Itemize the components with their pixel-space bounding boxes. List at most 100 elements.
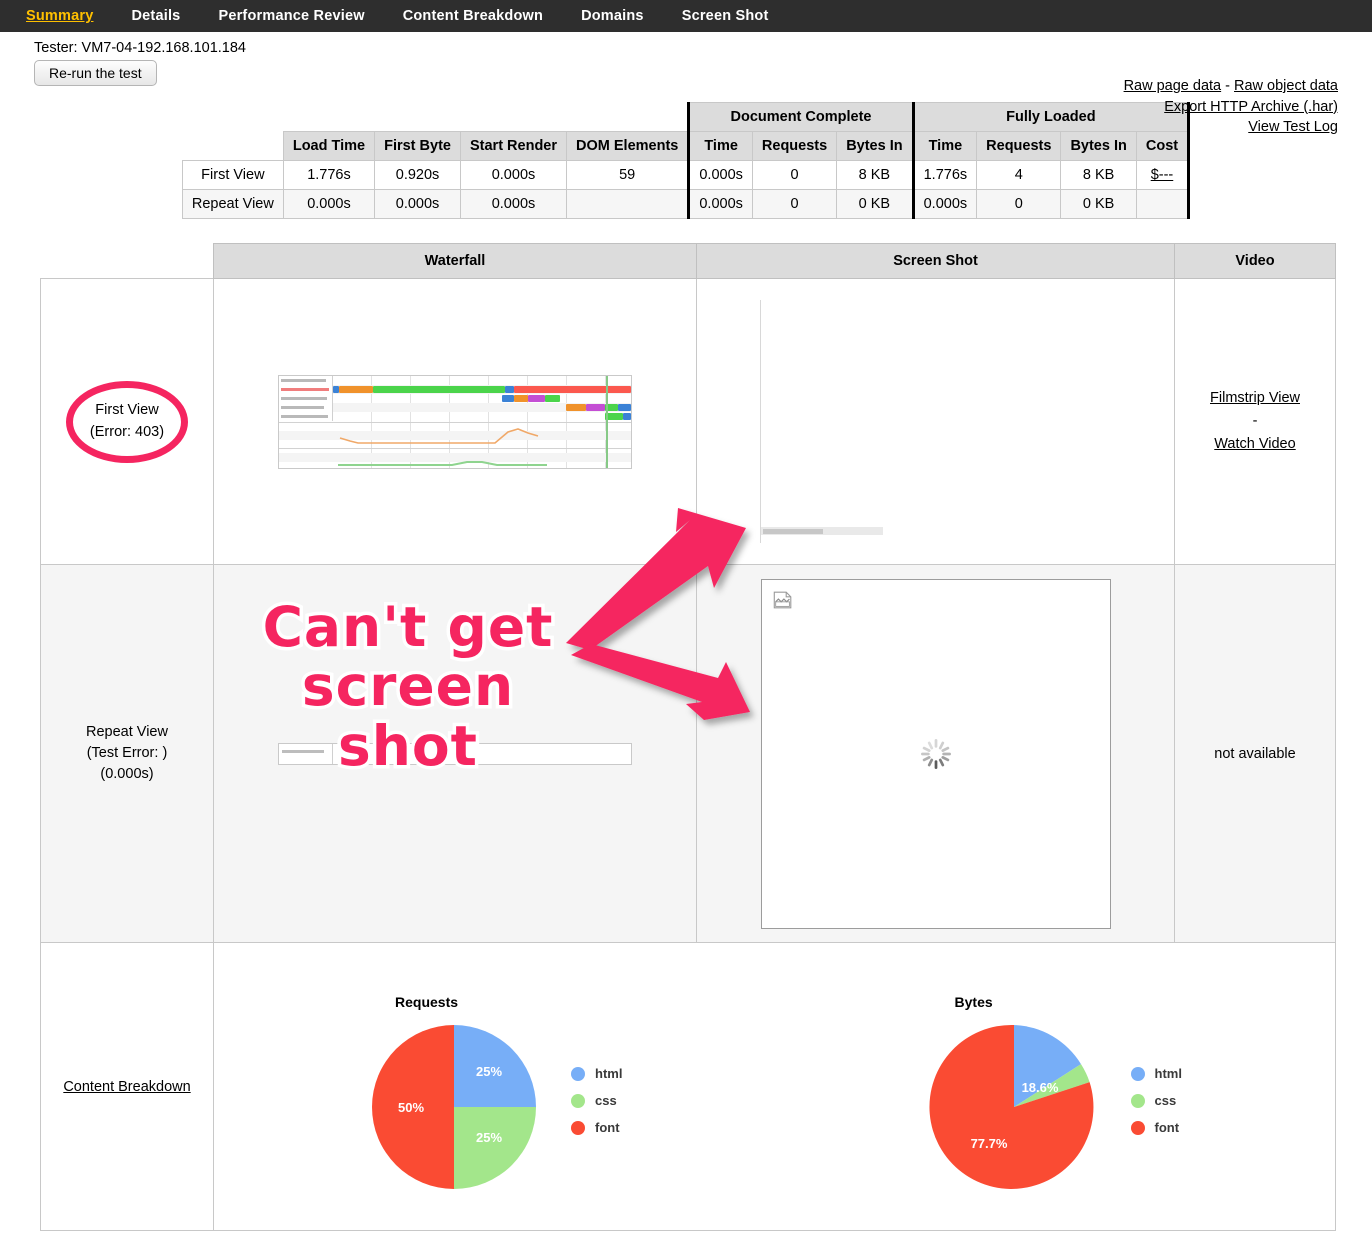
repeat-view-video-status: not available: [1214, 745, 1296, 762]
legend-item-html: html: [571, 1066, 622, 1081]
nav-tab-content-breakdown[interactable]: Content Breakdown: [403, 8, 543, 24]
bytes-pie-chart: 18.6% 77.7%: [928, 1024, 1093, 1189]
repeat-view-screenshot-cell[interactable]: [696, 564, 1175, 943]
cost-link[interactable]: $---: [1151, 167, 1174, 183]
bytes-pie-block: Bytes 18.6% 77.7% html css font: [927, 994, 1182, 1194]
col-dc-bytes-in: Bytes In: [836, 131, 915, 161]
main-navigation: Summary Details Performance Review Conte…: [0, 0, 1372, 32]
cell-first-load-time: 1.776s: [282, 160, 376, 190]
raw-page-data-link[interactable]: Raw page data: [1124, 78, 1222, 94]
waterfall-cpu-chart: [279, 421, 631, 448]
legend-dot-html-icon: [571, 1066, 586, 1081]
legend-item-css-bytes: css: [1130, 1093, 1182, 1108]
legend-label-css-bytes: css: [1154, 1093, 1177, 1108]
legend-item-font: font: [571, 1120, 622, 1135]
rerun-test-button[interactable]: Re-run the test: [34, 60, 157, 86]
waterfall-repeat-nameline: [282, 749, 324, 753]
cell-first-dc-requests: 0: [751, 160, 838, 190]
cell-repeat-dc-time: 0.000s: [687, 189, 753, 219]
summary-metrics-table: Document Complete Fully Loaded Load Time…: [181, 102, 1191, 219]
nav-tab-details[interactable]: Details: [132, 8, 181, 24]
cell-repeat-fl-bytes: 0 KB: [1060, 189, 1137, 219]
legend-dot-font-bytes-icon: [1130, 1120, 1145, 1135]
loading-spinner-icon: [920, 738, 951, 769]
results-row-content-breakdown: Content Breakdown Requests 25% 25% 50% h…: [40, 942, 1336, 1231]
col-fl-requests: Requests: [976, 131, 1062, 161]
cell-repeat-start-render: 0.000s: [459, 189, 568, 219]
legend-label-html: html: [595, 1066, 623, 1081]
repeat-view-waterfall-cell[interactable]: [213, 564, 697, 943]
first-view-label-cell: First View (Error: 403): [40, 278, 214, 565]
legend-item-css: css: [571, 1093, 622, 1108]
nav-tab-screen-shot[interactable]: Screen Shot: [682, 8, 769, 24]
metrics-blank-sr: [460, 102, 567, 132]
waterfall-thumbnail-first-view[interactable]: [278, 374, 632, 469]
screenshot-thumbnail-first-view[interactable]: [760, 300, 957, 543]
results-header-screenshot: Screen Shot: [696, 243, 1175, 279]
legend-dot-css-icon: [571, 1093, 586, 1108]
legend-label-css: css: [595, 1093, 617, 1108]
cell-first-fl-bytes: 8 KB: [1060, 160, 1137, 190]
repeat-view-label-cell: Repeat View (Test Error: ) (0.000s): [40, 564, 214, 943]
screenshot-thumbnail-repeat-view[interactable]: [760, 578, 1111, 929]
page-header: Tester: VM7-04-192.168.101.184 Re-run th…: [0, 32, 1372, 135]
cell-repeat-first-byte: 0.000s: [374, 189, 461, 219]
requests-pie-block: Requests 25% 25% 50% html css font: [367, 994, 622, 1194]
col-dc-requests: Requests: [751, 131, 838, 161]
waterfall-repeat-names: [279, 743, 333, 764]
watch-video-link[interactable]: Watch Video: [1214, 436, 1295, 452]
content-breakdown-link[interactable]: Content Breakdown: [63, 1079, 190, 1095]
requests-chart-title: Requests: [395, 993, 459, 1010]
col-first-byte: First Byte: [374, 131, 461, 161]
legend-label-html-bytes: html: [1154, 1066, 1182, 1081]
metrics-column-header-row: Load Time First Byte Start Render DOM El…: [182, 131, 1191, 161]
cell-first-first-byte: 0.920s: [374, 160, 461, 190]
export-har-link[interactable]: Export HTTP Archive (.har): [1164, 99, 1338, 115]
metrics-group-header-row: Document Complete Fully Loaded: [182, 102, 1191, 132]
metrics-corner-blank: [182, 102, 284, 132]
first-view-label-line1: First View: [95, 402, 159, 419]
nav-tab-performance-review[interactable]: Performance Review: [218, 8, 364, 24]
content-breakdown-label-cell[interactable]: Content Breakdown: [40, 942, 214, 1231]
repeat-view-error-text: (Test Error: ): [86, 744, 168, 761]
bytes-slice-label-html: 18.6%: [1021, 1080, 1058, 1095]
nav-tab-summary[interactable]: Summary: [26, 8, 94, 24]
cell-repeat-dom-elements: [566, 189, 690, 219]
screenshot-placeholder-text: [763, 529, 823, 534]
waterfall-request-names: [279, 375, 333, 421]
cell-first-dc-bytes: 8 KB: [836, 160, 915, 190]
requests-slice-label-font: 50%: [398, 1100, 424, 1115]
view-test-log-link[interactable]: View Test Log: [1248, 119, 1338, 135]
cell-first-cost[interactable]: $---: [1135, 160, 1191, 190]
cell-first-dom-elements: 59: [566, 160, 690, 190]
results-row-first-view: First View (Error: 403) Filmstrip View -…: [40, 278, 1336, 565]
first-view-label: First View (Error: 403): [42, 400, 212, 442]
results-header-row: Waterfall Screen Shot Video: [40, 243, 1336, 279]
legend-label-font: font: [595, 1120, 620, 1135]
tester-label: Tester: VM7-04-192.168.101.184: [34, 40, 246, 56]
row-label-repeat-view: Repeat View: [181, 189, 284, 219]
results-table: Waterfall Screen Shot Video First View (…: [40, 243, 1336, 1231]
col-dc-time: Time: [687, 131, 753, 161]
metrics-corner-blank-2: [182, 131, 284, 161]
metrics-blank-dom: [566, 102, 689, 132]
first-view-video-links: Filmstrip View - Watch Video: [1176, 387, 1334, 457]
group-header-document-complete: Document Complete: [687, 102, 915, 132]
first-view-waterfall-cell[interactable]: [213, 278, 697, 565]
waterfall-thumbnail-repeat-view[interactable]: [278, 742, 632, 765]
first-view-screenshot-cell[interactable]: [696, 278, 1175, 565]
nav-tab-domains[interactable]: Domains: [581, 8, 644, 24]
filmstrip-view-link[interactable]: Filmstrip View: [1210, 390, 1300, 406]
col-load-time: Load Time: [282, 131, 376, 161]
bytes-chart-title: Bytes: [954, 993, 993, 1010]
metrics-row-first-view: First View 1.776s 0.920s 0.000s 59 0.000…: [181, 160, 1191, 190]
repeat-view-video-cell: not available: [1174, 564, 1336, 943]
first-view-error-text: (Error: 403): [89, 423, 165, 440]
col-fl-time: Time: [912, 131, 978, 161]
legend-item-html-bytes: html: [1130, 1066, 1182, 1081]
raw-object-data-link[interactable]: Raw object data: [1234, 78, 1338, 94]
results-header-video: Video: [1174, 243, 1336, 279]
row-label-first-view: First View: [181, 160, 284, 190]
cell-first-fl-time: 1.776s: [912, 160, 978, 190]
cell-repeat-dc-bytes: 0 KB: [836, 189, 915, 219]
